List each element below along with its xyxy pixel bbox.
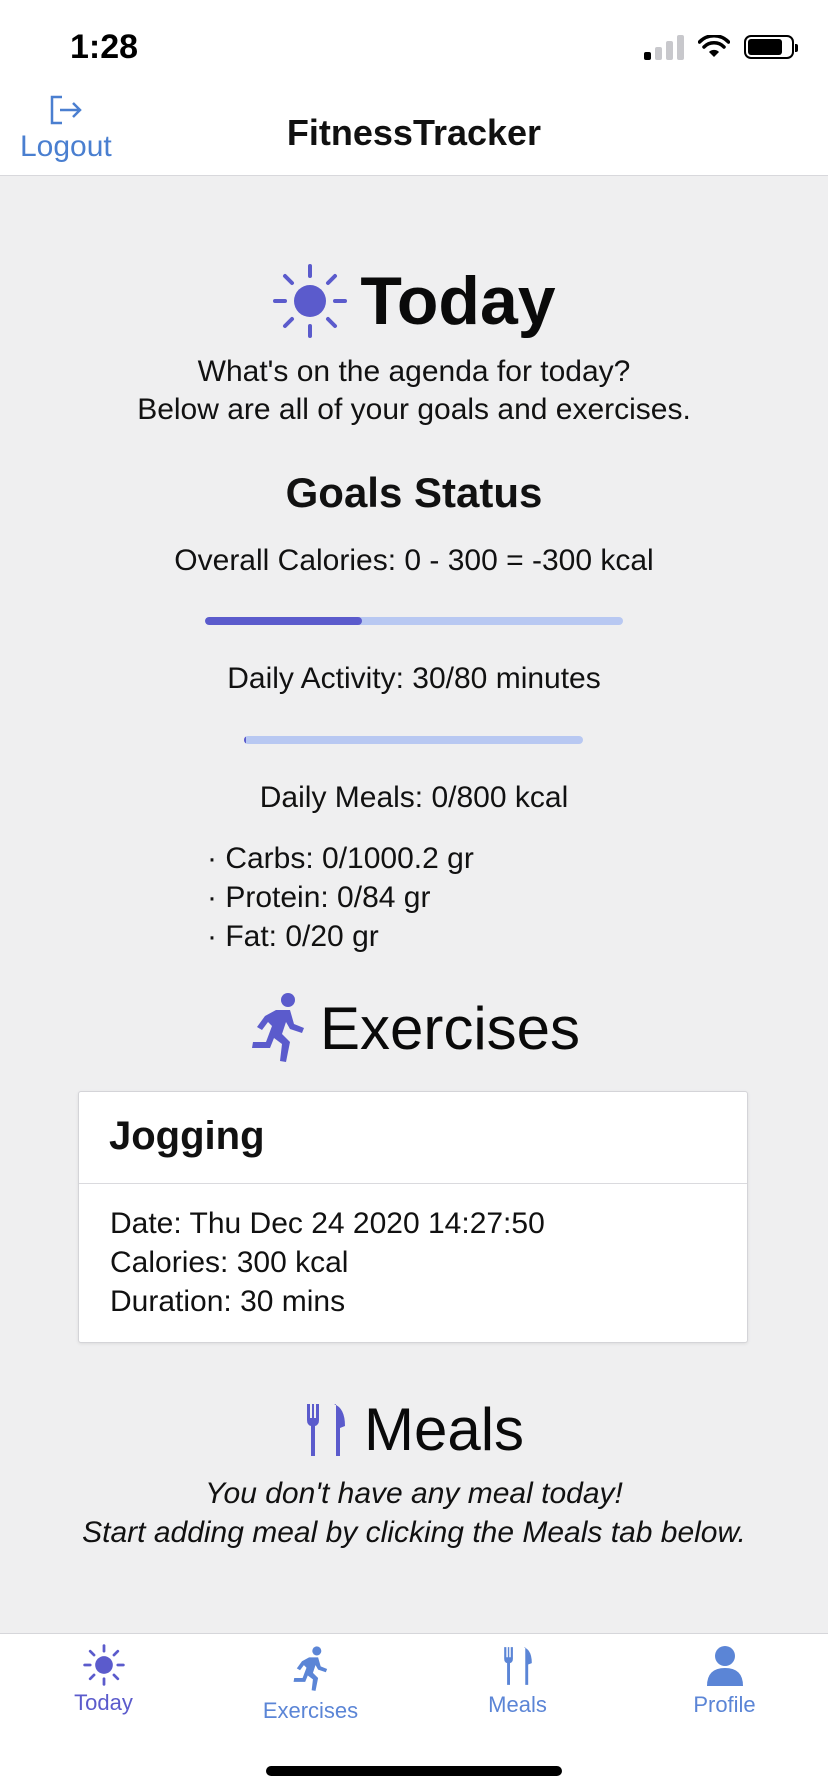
exercises-header: Exercises — [0, 992, 828, 1064]
tab-today-label: Today — [74, 1690, 133, 1715]
daily-meals-text: Daily Meals: 0/800 kcal — [259, 781, 569, 814]
sun-icon — [273, 264, 348, 338]
calories-progress-bar — [205, 617, 623, 625]
status-time: 1:28 — [70, 28, 139, 66]
utensils-icon — [503, 1647, 532, 1685]
daily-activity-text: Daily Activity: 30/80 minutes — [227, 662, 601, 695]
meals-heading: Meals — [363, 1396, 525, 1463]
runner-icon — [251, 993, 304, 1062]
subtitle-line-2: Below are all of your goals and exercise… — [137, 393, 691, 426]
cellular-signal-icon — [644, 34, 684, 60]
activity-progress-bar — [244, 736, 583, 744]
utensils-icon — [306, 1403, 345, 1456]
person-icon — [706, 1646, 743, 1686]
overall-calories-text: Overall Calories: 0 - 300 = -300 kcal — [174, 544, 654, 577]
page-title: Today — [360, 263, 556, 339]
tab-exercises-label: Exercises — [262, 1698, 359, 1723]
wifi-icon — [698, 35, 730, 57]
carbs-item: · Carbs: 0/1000.2 gr — [207, 842, 474, 875]
tab-today[interactable]: Today — [0, 1634, 207, 1744]
meals-empty-line-1: You don't have any meal today! — [205, 1477, 623, 1510]
today-header: Today — [0, 262, 828, 340]
exercises-heading: Exercises — [319, 994, 581, 1062]
activity-progress-fill — [244, 736, 246, 744]
status-icons — [644, 34, 798, 60]
battery-icon — [744, 35, 798, 59]
subtitle-line-1: What's on the agenda for today? — [197, 355, 631, 388]
status-bar: 1:28 — [0, 0, 828, 88]
tab-exercises[interactable]: Exercises — [207, 1634, 414, 1744]
runner-icon — [293, 1646, 327, 1691]
tab-meals[interactable]: Meals — [414, 1634, 621, 1744]
exercise-calories: Calories: 300 kcal — [110, 1246, 349, 1279]
meals-header: Meals — [0, 1395, 828, 1464]
home-indicator — [266, 1766, 562, 1776]
exercise-details: Date: Thu Dec 24 2020 14:27:50 Calories:… — [79, 1184, 747, 1321]
exercise-duration: Duration: 30 mins — [110, 1285, 346, 1318]
exercise-card[interactable]: Jogging Date: Thu Dec 24 2020 14:27:50 C… — [78, 1091, 748, 1343]
app-title: FitnessTracker — [286, 112, 542, 153]
nav-bar: Logout FitnessTracker — [0, 88, 828, 176]
tab-meals-label: Meals — [488, 1692, 547, 1717]
page-subtitle: What's on the agenda for today? Below ar… — [0, 353, 828, 429]
meals-empty-message: You don't have any meal today! Start add… — [80, 1474, 748, 1552]
tab-profile-label: Profile — [693, 1692, 756, 1717]
calories-progress-fill — [205, 617, 362, 625]
exercise-date: Date: Thu Dec 24 2020 14:27:50 — [110, 1207, 545, 1240]
tab-profile[interactable]: Profile — [621, 1634, 828, 1744]
protein-item: · Protein: 0/84 gr — [207, 881, 431, 914]
exercise-name: Jogging — [79, 1092, 747, 1184]
meals-empty-line-2: Start adding meal by clicking the Meals … — [82, 1516, 746, 1549]
goals-status-heading: Goals Status — [285, 469, 543, 516]
macros-list: · Carbs: 0/1000.2 gr · Protein: 0/84 gr … — [207, 839, 474, 956]
fat-item: · Fat: 0/20 gr — [207, 920, 379, 953]
sun-icon — [82, 1644, 125, 1686]
